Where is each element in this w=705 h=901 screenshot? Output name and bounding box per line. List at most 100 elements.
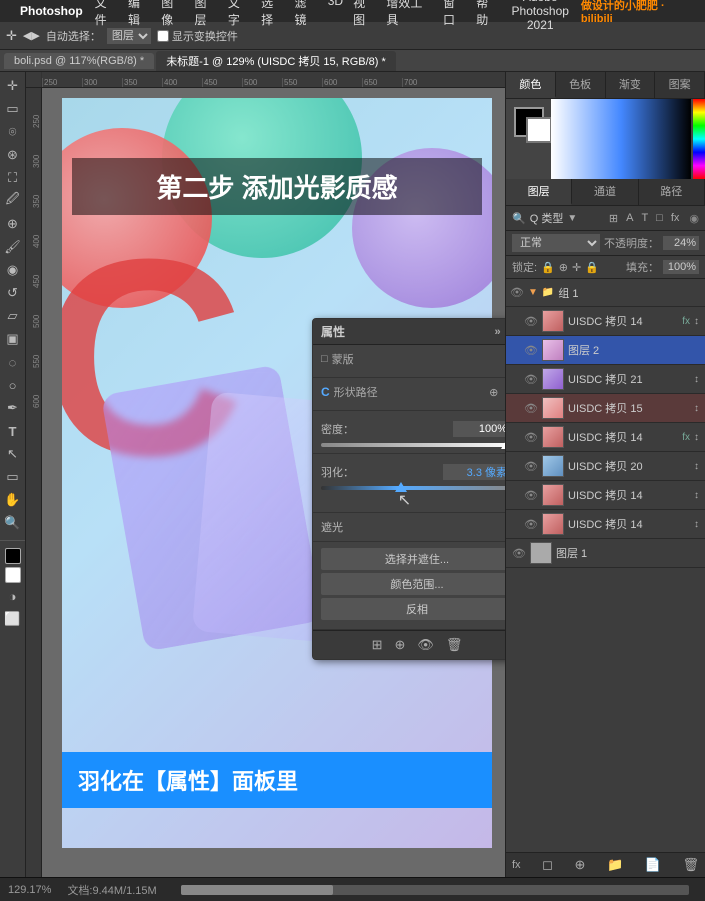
feather-input[interactable] (443, 464, 505, 480)
tab-paths[interactable]: 路径 (639, 179, 705, 205)
filter-icon-shape[interactable]: □ (656, 212, 663, 224)
menu-3d[interactable]: 3D (328, 0, 343, 28)
filter-dropdown-arrow[interactable]: ▼ (567, 213, 577, 224)
zoom-tool[interactable]: 🔍 (3, 513, 23, 533)
eye-icon-2[interactable]: 👁 (524, 344, 538, 357)
lock-icon-4[interactable]: 🔒 (585, 261, 599, 274)
eye-icon-6[interactable]: 👁 (524, 460, 538, 473)
lasso-tool[interactable]: ⌾ (3, 122, 23, 142)
tab-swatches[interactable]: 色板 (556, 72, 606, 98)
adjustment-button[interactable]: ⊕ (574, 857, 585, 873)
new-layer-button[interactable]: 📄 (645, 857, 661, 873)
blur-tool[interactable]: ◌ (3, 352, 23, 372)
layer-item-8[interactable]: 👁 UISDC 拷贝 14 ↕ (506, 510, 705, 539)
eye-icon-8[interactable]: 👁 (524, 518, 538, 531)
menu-file[interactable]: 文件 (95, 0, 118, 28)
color-gradient[interactable] (551, 99, 691, 179)
layer-item-3[interactable]: 👁 UISDC 拷贝 21 ↕ (506, 365, 705, 394)
auto-select-dropdown[interactable]: 图层 组 (107, 28, 151, 44)
shape-icon1[interactable]: ⊕ (489, 386, 498, 399)
lock-icon-3[interactable]: ✛ (572, 261, 581, 274)
color-range-btn[interactable]: 颜色范围... (321, 573, 505, 595)
blend-mode-select[interactable]: 正常 溶解 变暗 (512, 234, 600, 252)
lock-icon-1[interactable]: 🔒 (541, 261, 555, 274)
menu-window[interactable]: 窗口 (443, 0, 466, 28)
pen-tool[interactable]: ✒ (3, 398, 23, 418)
menu-filter[interactable]: 滤镜 (294, 0, 317, 28)
menu-edit[interactable]: 编辑 (128, 0, 151, 28)
panel-bottom-icon-grid[interactable]: ⊞ (372, 637, 383, 653)
path-select-tool[interactable]: ↖ (3, 444, 23, 464)
filter-toggle[interactable]: ◉ (689, 212, 699, 225)
delete-layer-button[interactable]: 🗑 (682, 857, 699, 873)
shape-tool[interactable]: ▭ (3, 467, 23, 487)
layer-group-1[interactable]: 👁 ▼ 📁 组 1 (506, 279, 705, 307)
brush-tool[interactable]: 🖌 (3, 237, 23, 257)
tab-color[interactable]: 颜色 (506, 72, 556, 98)
arrow-icon[interactable]: ◀▶ (23, 29, 40, 42)
eye-icon-9[interactable]: 👁 (512, 547, 526, 560)
show-transform-checkbox[interactable] (157, 30, 169, 42)
fx-button[interactable]: fx (512, 859, 521, 871)
eye-icon-5[interactable]: 👁 (524, 431, 538, 444)
eye-icon-7[interactable]: 👁 (524, 489, 538, 502)
dodge-tool[interactable]: ○ (3, 375, 23, 395)
eye-icon-4[interactable]: 👁 (524, 402, 538, 415)
layer-item-4[interactable]: 👁 UISDC 拷贝 15 ↕ (506, 394, 705, 423)
clone-stamp-tool[interactable]: ◉ (3, 260, 23, 280)
tab-layers[interactable]: 图层 (506, 179, 572, 205)
fill-input[interactable] (663, 260, 699, 274)
background-color[interactable] (5, 567, 21, 583)
layer-item-2[interactable]: 👁 图层 2 (506, 336, 705, 365)
eye-icon-0[interactable]: 👁 (510, 286, 524, 299)
menu-text[interactable]: 文字 (228, 0, 251, 28)
eye-icon-1[interactable]: 👁 (524, 315, 538, 328)
select-mask-btn[interactable]: 选择并遮住... (321, 548, 505, 570)
filter-icon-fx[interactable]: fx (671, 212, 680, 224)
healing-tool[interactable]: ⊕ (3, 214, 23, 234)
layer-item-6[interactable]: 👁 UISDC 拷贝 20 ↕ (506, 452, 705, 481)
tab-boli[interactable]: boli.psd @ 117%(RGB/8) * (4, 53, 154, 69)
select-rect-tool[interactable]: ▭ (3, 99, 23, 119)
menu-layer[interactable]: 图层 (195, 0, 218, 28)
text-tool[interactable]: T (3, 421, 23, 441)
eyedropper-tool[interactable]: 🖉 (3, 191, 23, 211)
eye-icon-3[interactable]: 👁 (524, 373, 538, 386)
tab-gradient[interactable]: 渐变 (606, 72, 656, 98)
quick-select-tool[interactable]: ⊛ (3, 145, 23, 165)
layer-item-1[interactable]: 👁 UISDC 拷贝 14 fx ↕ (506, 307, 705, 336)
menu-help[interactable]: 帮助 (476, 0, 499, 28)
foreground-color[interactable] (5, 548, 21, 564)
gradient-tool[interactable]: ▣ (3, 329, 23, 349)
add-mask-button[interactable]: ◻ (542, 857, 553, 873)
history-brush-tool[interactable]: ↺ (3, 283, 23, 303)
filter-icon-group[interactable]: ⊞ (609, 212, 618, 225)
quick-mask-icon[interactable]: ◑ (3, 586, 23, 606)
background-swatch[interactable] (526, 117, 552, 143)
hand-tool[interactable]: ✋ (3, 490, 23, 510)
invert-btn[interactable]: 反相 (321, 598, 505, 620)
lock-icon-2[interactable]: ⊕ (559, 261, 568, 274)
panel-bottom-icon-add[interactable]: ⊕ (394, 637, 405, 653)
opacity-input[interactable] (663, 236, 699, 250)
expand-icon[interactable]: » (494, 326, 500, 338)
hue-slider[interactable] (693, 99, 705, 179)
layer-item-5[interactable]: 👁 UISDC 拷贝 14 fx ↕ (506, 423, 705, 452)
menu-select[interactable]: 选择 (261, 0, 284, 28)
eraser-tool[interactable]: ▱ (3, 306, 23, 326)
move-tool-icon[interactable]: ✛ (6, 28, 17, 44)
tab-channels[interactable]: 通道 (572, 179, 638, 205)
menu-image[interactable]: 图像 (161, 0, 184, 28)
density-slider[interactable] (321, 443, 505, 447)
menu-plugins[interactable]: 增效工具 (386, 0, 433, 28)
filter-icon-a[interactable]: A (626, 212, 633, 224)
tab-pattern[interactable]: 图案 (655, 72, 705, 98)
panel-bottom-icon-eye[interactable]: 👁 (417, 637, 434, 653)
layer-item-7[interactable]: 👁 UISDC 拷贝 14 ↕ (506, 481, 705, 510)
layer-item-9[interactable]: 👁 图层 1 (506, 539, 705, 568)
move-tool[interactable]: ✛ (3, 76, 23, 96)
filter-icon-t[interactable]: T (641, 212, 648, 224)
screen-mode-icon[interactable]: ⬜ (3, 609, 23, 629)
group-arrow[interactable]: ▼ (528, 287, 538, 298)
crop-tool[interactable]: ⛶ (3, 168, 23, 188)
